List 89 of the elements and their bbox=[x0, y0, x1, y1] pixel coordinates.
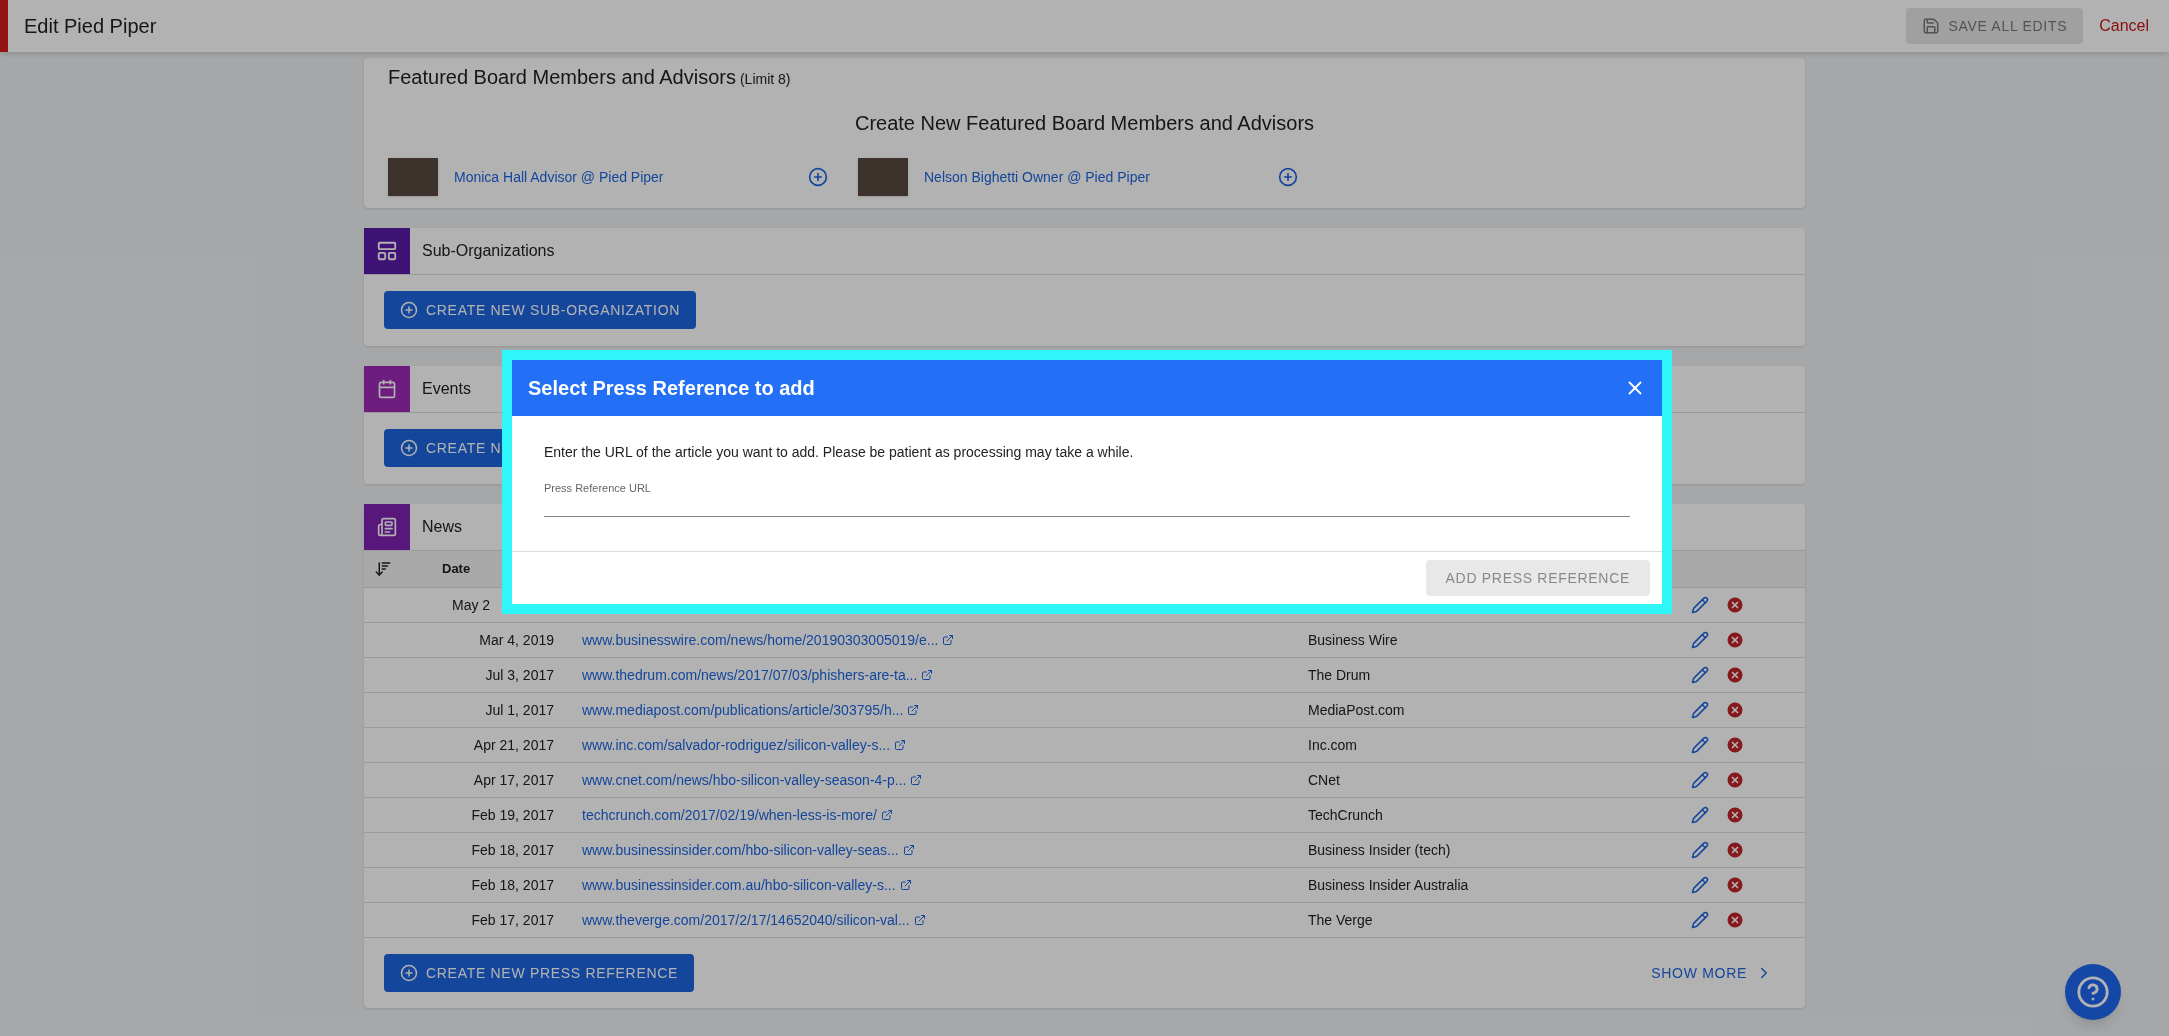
edit-icon[interactable] bbox=[1691, 596, 1709, 614]
external-link-icon bbox=[880, 809, 893, 821]
photo-placeholder bbox=[858, 158, 908, 196]
delete-icon[interactable] bbox=[1725, 595, 1745, 615]
source-cell: CNet bbox=[1308, 771, 1340, 788]
section-title: Sub-Organizations bbox=[422, 241, 555, 261]
source-cell: MediaPost.com bbox=[1308, 701, 1405, 718]
plus-circle-icon bbox=[400, 964, 418, 982]
plus-circle-icon bbox=[400, 301, 418, 319]
source-cell: Business Insider (tech) bbox=[1308, 841, 1451, 858]
add-icon[interactable] bbox=[808, 167, 828, 187]
help-button[interactable] bbox=[2065, 964, 2121, 1020]
edit-icon[interactable] bbox=[1691, 841, 1709, 859]
article-link[interactable]: www.businessinsider.com.au/hbo-silicon-valley-s... bbox=[582, 874, 896, 896]
create-button[interactable]: CREATE NEW PRESS REFERENCE bbox=[384, 954, 695, 992]
save-all-edits-button[interactable]: SAVE ALL EDITS bbox=[1906, 8, 2084, 44]
date-cell-text: Apr 17, 2017 bbox=[472, 770, 554, 790]
url-input-field[interactable]: Press Reference URL bbox=[544, 475, 1630, 517]
help-icon bbox=[2076, 975, 2110, 1009]
delete-icon[interactable] bbox=[1725, 805, 1745, 825]
date-cell-text: Apr 21, 2017 bbox=[472, 735, 554, 755]
cancel-link[interactable]: Cancel bbox=[2099, 14, 2149, 38]
plus-circle-icon bbox=[400, 439, 418, 457]
article-link[interactable]: www.businesswire.com/news/home/20190303005019/e... bbox=[582, 629, 939, 651]
delete-icon[interactable] bbox=[1725, 700, 1745, 720]
section-title: Events bbox=[422, 379, 471, 399]
date-cell-text: May 2 bbox=[451, 595, 492, 615]
delete-icon[interactable] bbox=[1725, 665, 1745, 685]
date-cell-text: Jul 1, 2017 bbox=[484, 700, 554, 720]
external-link-icon bbox=[910, 774, 923, 786]
edit-icon[interactable] bbox=[1691, 911, 1709, 929]
delete-icon[interactable] bbox=[1725, 630, 1745, 650]
delete-icon[interactable] bbox=[1725, 910, 1745, 930]
date-cell-text: Jul 3, 2017 bbox=[484, 665, 554, 685]
calendar-icon bbox=[377, 379, 397, 399]
edit-icon[interactable] bbox=[1691, 631, 1709, 649]
source-cell: Business Insider Australia bbox=[1308, 876, 1469, 893]
add-icon[interactable] bbox=[1278, 167, 1298, 187]
photo-placeholder bbox=[388, 158, 438, 196]
edit-icon[interactable] bbox=[1691, 806, 1709, 824]
source-cell: The Verge bbox=[1308, 911, 1373, 928]
source-cell: TechCrunch bbox=[1308, 806, 1383, 823]
source-cell: Business Wire bbox=[1308, 631, 1398, 648]
section-title: News bbox=[422, 517, 462, 537]
edit-icon[interactable] bbox=[1691, 736, 1709, 754]
external-link-icon bbox=[921, 669, 934, 681]
external-link-icon bbox=[902, 844, 915, 856]
article-link[interactable]: www.inc.com/salvador-rodriguez/silicon-valley-s... bbox=[582, 734, 891, 756]
delete-icon[interactable] bbox=[1725, 875, 1745, 895]
dialog-message: Enter the URL of the article you want to add. Please be patient as processing may take a while. bbox=[544, 443, 1135, 462]
date-cell-text: Mar 4, 2019 bbox=[478, 630, 554, 650]
source-cell: Inc.com bbox=[1308, 736, 1357, 753]
article-link[interactable]: www.thedrum.com/news/2017/07/03/phishers-are-ta... bbox=[582, 664, 918, 686]
show-more-button[interactable]: SHOW MORE bbox=[1651, 962, 1773, 984]
delete-icon[interactable] bbox=[1725, 735, 1745, 755]
featured-subtitle: Create New Featured Board Members and Advisors bbox=[853, 111, 1316, 136]
member-link[interactable]: Monica Hall Advisor @ Pied Piper bbox=[454, 166, 792, 188]
external-link-icon bbox=[894, 739, 907, 751]
external-link-icon bbox=[899, 879, 912, 891]
member-link[interactable]: Nelson Bighetti Owner @ Pied Piper bbox=[924, 166, 1262, 188]
newspaper-icon bbox=[377, 517, 397, 537]
edit-icon[interactable] bbox=[1691, 666, 1709, 684]
article-link[interactable]: www.mediapost.com/publications/article/303795/h... bbox=[582, 699, 904, 721]
external-link-icon bbox=[907, 704, 920, 716]
create-button[interactable]: CREATE NEW SUB-ORGANIZATION bbox=[384, 291, 697, 329]
page-title: Edit Pied Piper bbox=[24, 14, 158, 39]
date-cell-text: Feb 19, 2017 bbox=[470, 805, 554, 825]
date-cell-text: Feb 17, 2017 bbox=[470, 910, 554, 930]
delete-icon[interactable] bbox=[1725, 770, 1745, 790]
dialog-title: Select Press Reference to add bbox=[528, 376, 815, 401]
article-link[interactable]: techcrunch.com/2017/02/19/when-less-is-more/ bbox=[582, 804, 877, 826]
source-cell: The Drum bbox=[1308, 666, 1371, 683]
limit-note: (Limit 8) bbox=[739, 70, 791, 89]
layout-icon bbox=[376, 240, 398, 262]
date-cell-text: Feb 18, 2017 bbox=[470, 875, 554, 895]
save-icon bbox=[1922, 17, 1941, 35]
column-header[interactable]: Date bbox=[442, 559, 471, 579]
section-title: Featured Board Members and Advisors bbox=[388, 65, 736, 90]
date-cell-text: Feb 18, 2017 bbox=[470, 840, 554, 860]
external-link-icon bbox=[942, 634, 955, 646]
edit-icon[interactable] bbox=[1691, 701, 1709, 719]
article-link[interactable]: www.cnet.com/news/hbo-silicon-valley-season-4-p... bbox=[582, 769, 907, 791]
external-link-icon bbox=[913, 914, 926, 926]
article-link[interactable]: www.businessinsider.com/hbo-silicon-valley-seas... bbox=[582, 839, 899, 861]
edit-icon[interactable] bbox=[1691, 771, 1709, 789]
article-link[interactable]: www.theverge.com/2017/2/17/14652040/silicon-val... bbox=[582, 909, 910, 931]
sort-icon[interactable] bbox=[374, 560, 392, 578]
edit-icon[interactable] bbox=[1691, 876, 1709, 894]
delete-icon[interactable] bbox=[1725, 840, 1745, 860]
